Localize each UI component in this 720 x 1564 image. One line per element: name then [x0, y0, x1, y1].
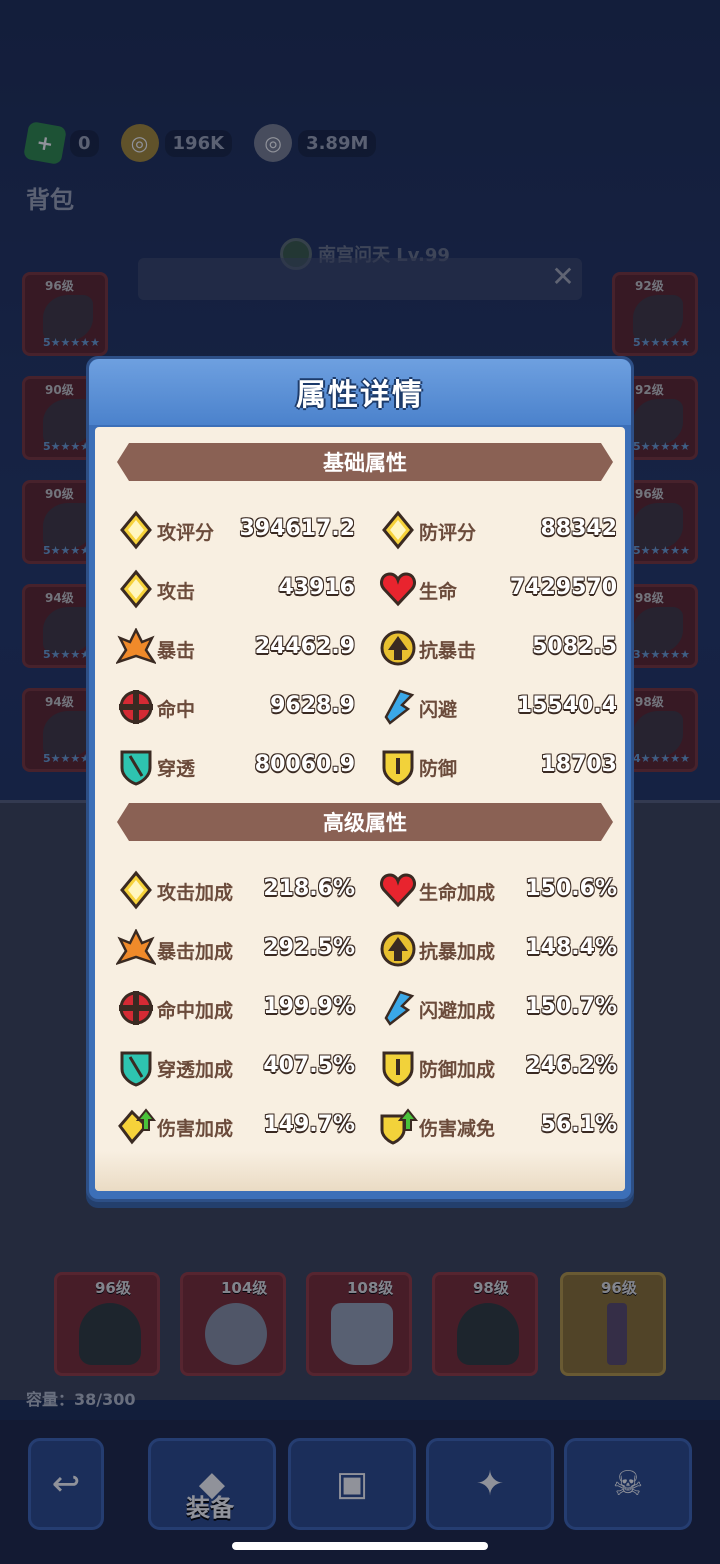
stat-value: 148.4% [525, 935, 617, 960]
stat-label: 暴击 [157, 640, 196, 662]
stat-value: 407.5% [263, 1053, 355, 1078]
stat-row: 抗暴击 5082.5 [377, 625, 617, 671]
stat-value: 5082.5 [532, 634, 617, 659]
stat-row: 命中加成 199.9% [115, 985, 355, 1031]
stat-row: 穿透加成 407.5% [115, 1044, 355, 1090]
stat-label: 防御 [419, 758, 458, 780]
modal-header: 属性详情 [89, 359, 631, 425]
stat-value: 18703 [540, 752, 617, 777]
advanced-section-title: 高级属性 [117, 803, 613, 841]
ground-decoration [95, 1151, 625, 1191]
stat-row: 闪避加成 150.7% [377, 985, 617, 1031]
stat-row: 防御加成 246.2% [377, 1044, 617, 1090]
heart-icon [377, 869, 419, 911]
heart-icon [377, 568, 419, 610]
stat-label: 抗暴击 [419, 640, 477, 662]
pierce-icon [115, 745, 157, 787]
stat-value: 199.9% [263, 994, 355, 1019]
defense-icon [377, 1046, 419, 1088]
stat-row: 防评分 88342 [377, 507, 617, 553]
stat-value: 15540.4 [516, 693, 617, 718]
stat-row: 防御 18703 [377, 743, 617, 789]
stat-label: 伤害减免 [419, 1118, 496, 1140]
stat-row: 攻击 43916 [115, 566, 355, 612]
dodge-icon [377, 987, 419, 1029]
stat-row: 伤害加成 149.7% [115, 1103, 355, 1149]
hit-icon [115, 987, 157, 1029]
stat-row: 生命加成 150.6% [377, 867, 617, 913]
damage-boost-icon [115, 1105, 157, 1147]
basic-section-title: 基础属性 [117, 443, 613, 481]
stat-value: 150.7% [525, 994, 617, 1019]
stat-row: 伤害减免 56.1% [377, 1103, 617, 1149]
stat-label: 生命加成 [419, 882, 496, 904]
stat-label: 穿透 [157, 758, 196, 780]
defense-score-icon [377, 509, 419, 551]
stat-label: 攻击 [157, 581, 196, 603]
stat-value: 149.7% [263, 1112, 355, 1137]
attack-icon [115, 869, 157, 911]
crit-icon [115, 928, 157, 970]
modal-title: 属性详情 [296, 378, 424, 413]
stat-label: 暴击加成 [157, 941, 234, 963]
stat-row: 暴击 24462.9 [115, 625, 355, 671]
stat-label: 防评分 [419, 522, 477, 544]
pierce-icon [115, 1046, 157, 1088]
home-indicator[interactable] [232, 1542, 488, 1550]
stat-label: 闪避 [419, 699, 458, 721]
stat-label: 命中加成 [157, 1000, 234, 1022]
stat-label: 生命 [419, 581, 458, 603]
stat-label: 攻击加成 [157, 882, 234, 904]
stat-label: 穿透加成 [157, 1059, 234, 1081]
stat-value: 9628.9 [270, 693, 355, 718]
stat-value: 80060.9 [254, 752, 355, 777]
stat-row: 抗暴加成 148.4% [377, 926, 617, 972]
stat-value: 24462.9 [254, 634, 355, 659]
attribute-detail-modal: 属性详情 基础属性 攻评分 394617.2 防评分 88342 攻击 43916 生命 74… [86, 356, 634, 1202]
stat-value: 150.6% [525, 876, 617, 901]
stat-value: 56.1% [540, 1112, 617, 1137]
stat-value: 43916 [278, 575, 355, 600]
stat-label: 闪避加成 [419, 1000, 496, 1022]
stat-value: 88342 [540, 516, 617, 541]
stat-row: 攻评分 394617.2 [115, 507, 355, 553]
stat-label: 伤害加成 [157, 1118, 234, 1140]
stat-row: 生命 7429570 [377, 566, 617, 612]
stat-row: 穿透 80060.9 [115, 743, 355, 789]
modal-body: 基础属性 攻评分 394617.2 防评分 88342 攻击 43916 生命 7429570… [95, 427, 625, 1191]
anti-crit-icon [377, 627, 419, 669]
dodge-icon [377, 686, 419, 728]
stat-row: 命中 9628.9 [115, 684, 355, 730]
hit-icon [115, 686, 157, 728]
stat-value: 292.5% [263, 935, 355, 960]
stat-label: 攻评分 [157, 522, 215, 544]
damage-reduction-icon [377, 1105, 419, 1147]
stat-row: 攻击加成 218.6% [115, 867, 355, 913]
stat-value: 218.6% [263, 876, 355, 901]
crit-icon [115, 627, 157, 669]
stat-label: 命中 [157, 699, 196, 721]
attack-score-icon [115, 509, 157, 551]
stat-value: 7429570 [509, 575, 617, 600]
attack-icon [115, 568, 157, 610]
stat-value: 246.2% [525, 1053, 617, 1078]
stat-value: 394617.2 [239, 516, 355, 541]
stat-label: 抗暴加成 [419, 941, 496, 963]
anti-crit-icon [377, 928, 419, 970]
defense-icon [377, 745, 419, 787]
stat-row: 暴击加成 292.5% [115, 926, 355, 972]
stat-row: 闪避 15540.4 [377, 684, 617, 730]
stat-label: 防御加成 [419, 1059, 496, 1081]
